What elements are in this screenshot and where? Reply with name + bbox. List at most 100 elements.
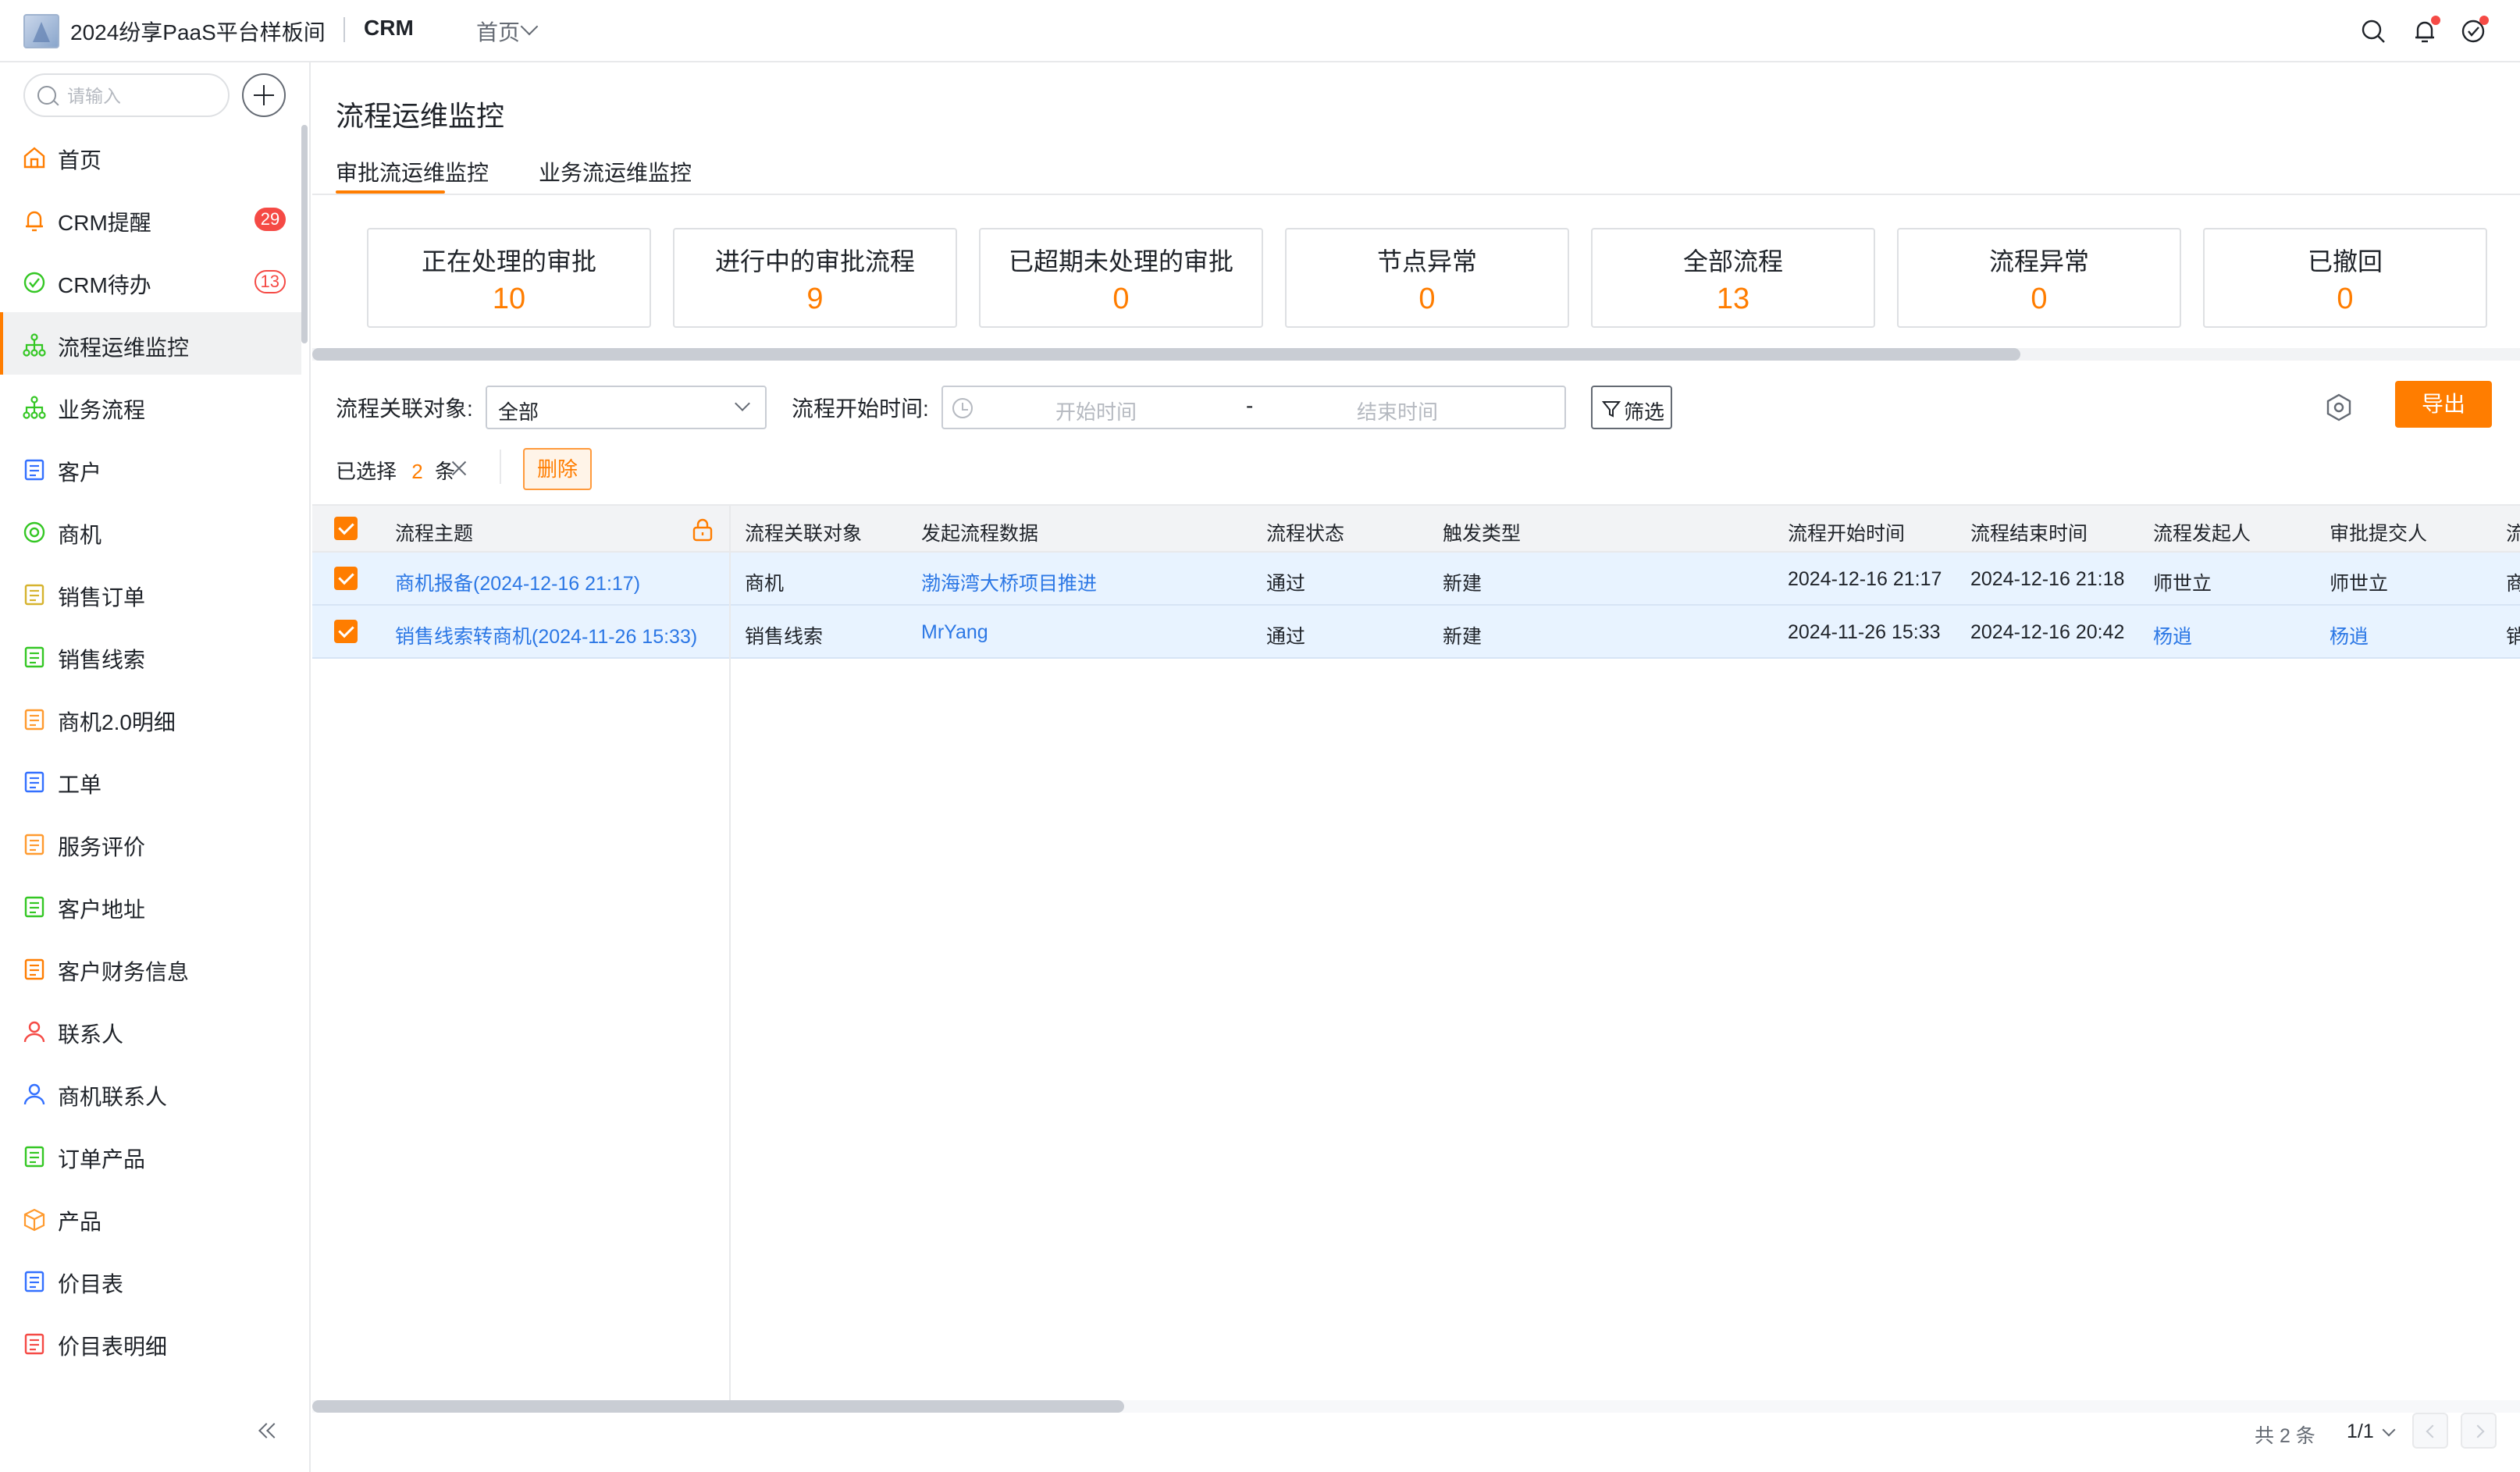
settings-icon[interactable] [2322,390,2356,425]
pager-page-select[interactable]: 1/1 [2347,1420,2374,1443]
module-name: CRM [364,16,414,40]
stats-scrollbar[interactable] [312,348,2020,361]
column-header[interactable]: 流程开始时间 [1788,518,1905,546]
sidebar-scrollbar[interactable] [301,125,308,343]
stat-label: 流程异常 [1988,247,2089,276]
sidebar-item[interactable]: 销售订单 [0,562,301,624]
sidebar-item[interactable]: CRM提醒 29 [0,187,301,250]
stat-card[interactable]: 节点异常 0 [1285,228,1569,328]
column-header[interactable]: 流程结束时间 [1970,518,2088,546]
collapse-sidebar-icon[interactable] [258,1419,281,1442]
filter-button-label: 筛选 [1624,400,1665,424]
table-cell: 2024-11-26 15:33 [1788,621,1941,643]
count-badge: 13 [254,270,286,293]
date-range-picker[interactable]: 开始时间 - 结束时间 [941,386,1566,429]
selection-count: 2 [411,460,423,483]
sidebar-item-label: 客户财务信息 [58,960,190,984]
stat-value: 10 [492,283,526,315]
start-time-input[interactable]: 开始时间 [1055,396,1137,425]
table-row[interactable]: 销售线索转商机(2024-11-26 15:33) 销售线索 MrYang 通过… [312,606,2520,659]
chevron-down-icon [2382,1423,2396,1437]
sidebar-item[interactable]: 商机 [0,500,301,562]
stat-label: 全部流程 [1682,247,1783,276]
sidebar-item-label: 商机 [58,523,102,547]
order-icon [22,582,47,607]
lead-icon [22,645,47,670]
range-separator: - [1246,393,1254,418]
sidebar-item[interactable]: 客户 [0,437,301,500]
select-all-checkbox[interactable] [334,517,358,540]
stat-card[interactable]: 已撤回 0 [2203,228,2487,328]
table-scrollbar[interactable] [312,1400,1124,1413]
process-data-link[interactable]: 渤海湾大桥项目推进 [921,568,1097,596]
lock-icon[interactable] [692,518,714,542]
table-header: 流程主题 流程关联对象 发起流程数据 流程状态 触发类型 流程开始时间 流程结束… [312,504,2520,553]
column-header[interactable]: 流 [2506,518,2520,546]
tab-business-monitoring[interactable]: 业务流运维监控 [539,156,692,187]
submitter-link[interactable]: 杨逍 [2330,621,2369,649]
process-data-link[interactable]: MrYang [921,621,988,644]
sidebar-item[interactable]: 客户财务信息 [0,937,301,999]
sidebar-search-input[interactable] [67,84,215,108]
nav-home-dropdown[interactable]: 首页 [476,16,520,47]
next-page-button[interactable] [2461,1413,2497,1449]
column-header[interactable]: 触发类型 [1443,518,1521,546]
prev-page-button[interactable] [2412,1413,2448,1449]
add-button[interactable] [242,73,286,117]
column-header[interactable]: 流程状态 [1266,518,1344,546]
filter-button[interactable]: 筛选 [1591,386,1672,429]
search-icon[interactable] [2359,17,2387,45]
sidebar-item[interactable]: 工单 [0,749,301,812]
sidebar-item[interactable]: 报价单 [0,1374,301,1389]
sidebar-item[interactable]: 商机联系人 [0,1061,301,1124]
sidebar-item[interactable]: 订单产品 [0,1124,301,1186]
tab-approval-monitoring[interactable]: 审批流运维监控 [336,156,489,187]
column-header[interactable]: 流程发起人 [2153,518,2251,546]
order-product-icon [22,1144,47,1169]
sidebar-item[interactable]: CRM待办 13 [0,250,301,312]
clear-selection-icon[interactable] [450,459,468,478]
stat-card[interactable]: 已超期未处理的审批 0 [979,228,1263,328]
stat-card[interactable]: 全部流程 13 [1591,228,1875,328]
sidebar-item[interactable]: 产品 [0,1186,301,1249]
table-row[interactable]: 商机报备(2024-12-16 21:17) 商机 渤海湾大桥项目推进 通过 新… [312,553,2520,606]
column-header[interactable]: 流程主题 [395,518,473,546]
column-header[interactable]: 流程关联对象 [745,518,862,546]
initiator-link[interactable]: 杨逍 [2153,621,2192,649]
end-time-input[interactable]: 结束时间 [1357,396,1438,425]
bell-icon[interactable] [2411,16,2440,45]
sidebar-item[interactable]: 首页 [0,125,301,187]
sidebar-item[interactable]: 价目表 [0,1249,301,1311]
sidebar-item[interactable]: 联系人 [0,999,301,1061]
stat-card[interactable]: 正在处理的审批 10 [367,228,651,328]
sidebar-item-label: 客户 [58,460,102,485]
address-icon [22,894,47,919]
customer-icon [22,457,47,482]
sidebar-item[interactable]: 商机2.0明细 [0,687,301,749]
column-header[interactable]: 发起流程数据 [921,518,1038,546]
process-subject-link[interactable]: 销售线索转商机(2024-11-26 15:33) [395,621,697,649]
delete-button[interactable]: 删除 [523,448,592,490]
stat-card[interactable]: 流程异常 0 [1897,228,2181,328]
table-cell: 师世立 [2330,573,2389,595]
row-checkbox[interactable] [334,620,358,643]
object-filter-select[interactable]: 全部 [486,386,767,429]
row-checkbox[interactable] [334,567,358,590]
column-header[interactable]: 审批提交人 [2330,518,2427,546]
sidebar-item[interactable]: 业务流程 [0,375,301,437]
chevron-down-icon [520,17,539,36]
sidebar-item[interactable]: 服务评价 [0,812,301,874]
active-tab-indicator [336,190,445,194]
title-divider [343,17,345,42]
sidebar-item[interactable]: 客户地址 [0,874,301,937]
sidebar-item[interactable]: 价目表明细 [0,1311,301,1374]
process-subject-link[interactable]: 商机报备(2024-12-16 21:17) [395,568,640,596]
stat-card[interactable]: 进行中的审批流程 9 [673,228,957,328]
sidebar-item[interactable]: 销售线索 [0,624,301,687]
export-button[interactable]: 导出 [2395,381,2492,428]
sidebar-search[interactable] [23,73,230,117]
table-cell: 商机 [745,573,785,595]
sidebar-item[interactable]: 流程运维监控 [0,312,301,375]
todo-check-icon[interactable] [2459,16,2489,45]
object-filter-label: 流程关联对象: [336,396,473,421]
